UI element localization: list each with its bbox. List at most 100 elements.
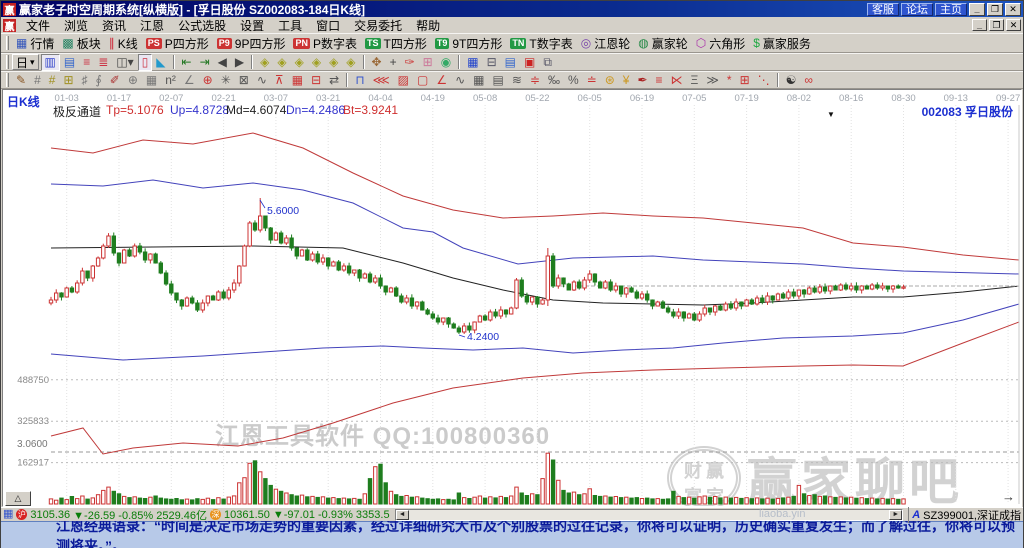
gann-wheel-button[interactable]: ◎ 江恩轮 <box>577 35 635 52</box>
descend-tool[interactable]: ⋱ <box>754 72 774 89</box>
narrow-bars-button[interactable]: ◈ <box>308 54 325 71</box>
angle-line-tool[interactable]: ∠ <box>432 72 451 89</box>
menu-item-3[interactable]: 江恩 <box>133 18 171 33</box>
prev-bar-button[interactable]: ◀ <box>214 54 231 71</box>
color-flag-button[interactable]: ◣ <box>152 54 169 71</box>
menu-item-1[interactable]: 浏览 <box>57 18 95 33</box>
zoom-out-button[interactable]: ◈ <box>342 54 359 71</box>
step-box-tool[interactable]: ⊟ <box>307 72 325 89</box>
toolbar-grip[interactable] <box>6 55 9 69</box>
menu-item-2[interactable]: 资讯 <box>95 18 133 33</box>
multiline-tool[interactable]: ≋ <box>508 72 526 89</box>
burst-tool[interactable]: ✳ <box>217 72 235 89</box>
e-lines-tool[interactable]: Ξ <box>687 72 703 89</box>
period-dropdown[interactable]: 日 ▾ <box>12 54 39 70</box>
kline-button[interactable]: ∥ K线 <box>105 35 142 52</box>
percent-tool[interactable]: % <box>564 72 583 89</box>
dense-grid-tool[interactable]: ▦ <box>142 72 161 89</box>
close-button[interactable]: ✕ <box>1005 2 1021 16</box>
scrollbar-left-arrow[interactable]: ◄ <box>395 509 409 520</box>
scrollbar-right-arrow[interactable]: ► <box>889 509 903 520</box>
sector-button[interactable]: ▩ 板块 <box>58 35 104 52</box>
sphere-button[interactable]: ◉ <box>437 54 455 71</box>
hexagon-button[interactable]: ⬡ 六角形 <box>692 35 750 52</box>
box-grid-red-tool[interactable]: ⊞ <box>736 72 754 89</box>
grid-table-tool[interactable]: ▦ <box>469 72 488 89</box>
quote-grid-icon[interactable]: ▦ <box>3 509 13 520</box>
zigzag-tool[interactable]: ∿ <box>451 72 469 89</box>
menu-item-0[interactable]: 文件 <box>19 18 57 33</box>
gann-circle-tool[interactable]: ⊕ <box>199 72 217 89</box>
fan-tool[interactable]: ⋘ <box>369 72 394 89</box>
save-button[interactable]: ▣ <box>520 54 539 71</box>
edit-pen-tool[interactable]: ✒ <box>633 72 651 89</box>
notepad-button[interactable]: ▤ <box>501 54 520 71</box>
gann-grid-tool[interactable]: # <box>30 72 45 89</box>
p9-square-button[interactable]: P9 9P四方形 <box>213 35 290 52</box>
circle-grid-tool[interactable]: ⊕ <box>124 72 142 89</box>
t-number-table-button[interactable]: TN T数字表 <box>506 35 576 52</box>
infinity-tool[interactable]: ∞ <box>800 72 817 89</box>
cross-fan-tool[interactable]: * <box>723 72 736 89</box>
grid-table2-tool[interactable]: ▤ <box>489 72 508 89</box>
permille-tool[interactable]: ‰ <box>544 72 564 89</box>
volume-pane-expand-button[interactable]: △ <box>5 491 31 506</box>
app-icon[interactable]: 赢 <box>3 2 16 17</box>
round-box-tool[interactable]: ▢ <box>413 72 432 89</box>
gann-grid-gold-tool[interactable]: # <box>45 72 60 89</box>
spiral-tool[interactable]: ∮ <box>92 72 106 89</box>
scrollbar-track[interactable] <box>409 510 890 520</box>
menu-item-4[interactable]: 公式选股 <box>171 18 233 33</box>
menu-item-8[interactable]: 交易委托 <box>347 18 409 33</box>
crosshair-button[interactable]: + <box>386 54 401 71</box>
ma-short-button[interactable]: ≡ <box>79 54 94 71</box>
protractor-tool[interactable]: ∠ <box>180 72 199 89</box>
pan-hand-button[interactable]: ✥ <box>368 54 386 71</box>
expand-horizontal-button[interactable]: ◈ <box>273 54 290 71</box>
toolbar-grip[interactable] <box>6 36 9 50</box>
current-symbol-panel[interactable]: A SZ399001,深证成指 <box>908 506 1021 523</box>
gann-flag-grid-tool[interactable]: ♯ <box>78 72 92 89</box>
box-x-tool[interactable]: ⊠ <box>235 72 253 89</box>
child-window-icon[interactable]: 赢 <box>3 18 16 33</box>
slant-lines-tool[interactable]: ≫ <box>702 72 723 89</box>
chart-style-button[interactable]: ▥ <box>40 53 60 71</box>
child-close-button[interactable]: ✕ <box>1006 19 1021 31</box>
forum-button[interactable]: 论坛 <box>901 2 933 16</box>
gold-level-tool[interactable]: ¥ <box>619 72 634 89</box>
zoom-in-button[interactable]: ◈ <box>325 54 342 71</box>
t9-square-button[interactable]: T9 9T四方形 <box>431 35 507 52</box>
candle-type-dropdown[interactable]: ◫▾ <box>112 54 137 71</box>
menu-item-5[interactable]: 设置 <box>233 18 271 33</box>
menu-item-9[interactable]: 帮助 <box>409 18 447 33</box>
level-percent-tool[interactable]: ≐ <box>583 72 601 89</box>
gold-circle-tool[interactable]: ⊛ <box>601 72 619 89</box>
first-bar-button[interactable]: ⇤ <box>178 54 196 71</box>
span-arrows-tool[interactable]: ⇄ <box>325 72 343 89</box>
minimize-button[interactable]: _ <box>969 2 985 16</box>
child-restore-button[interactable]: ❐ <box>989 19 1004 31</box>
yinyang-tool[interactable]: ☯ <box>782 72 801 89</box>
winner-wheel-button[interactable]: ◍ 赢家轮 <box>634 35 692 52</box>
pillar-tool[interactable]: ⊓ <box>351 72 368 89</box>
info-board-button[interactable]: ▤ <box>60 54 79 71</box>
toolbar-grip[interactable] <box>6 73 9 87</box>
menu-item-7[interactable]: 窗口 <box>309 18 347 33</box>
gann-grid-gold2-tool[interactable]: ⊞ <box>59 72 77 89</box>
wave-tool[interactable]: ∿ <box>253 72 271 89</box>
n-square-tool[interactable]: n² <box>161 72 180 89</box>
kline-chart[interactable]: 01-03 01-17 02-07 02-21 03-07 03-21 04-04 04-19… <box>3 90 1022 506</box>
flat-level-tool[interactable]: ≡ <box>652 72 667 89</box>
callout-button[interactable]: ✑ <box>401 54 419 71</box>
next-bar-button[interactable]: ▶ <box>231 54 248 71</box>
menu-item-6[interactable]: 工具 <box>271 18 309 33</box>
p-number-table-button[interactable]: PN P数字表 <box>289 35 361 52</box>
calculator-button[interactable]: ⊟ <box>483 54 501 71</box>
hatch-box-tool[interactable]: ▨ <box>394 72 413 89</box>
restore-button[interactable]: ❐ <box>987 2 1003 16</box>
service-button[interactable]: 客服 <box>867 2 899 16</box>
winner-service-button[interactable]: $ 赢家服务 <box>749 35 815 52</box>
scroll-right-arrow[interactable]: → <box>1002 489 1015 504</box>
marker-pen-tool[interactable]: ✐ <box>106 72 124 89</box>
arrow-grid-tool[interactable]: ⊼ <box>271 72 288 89</box>
